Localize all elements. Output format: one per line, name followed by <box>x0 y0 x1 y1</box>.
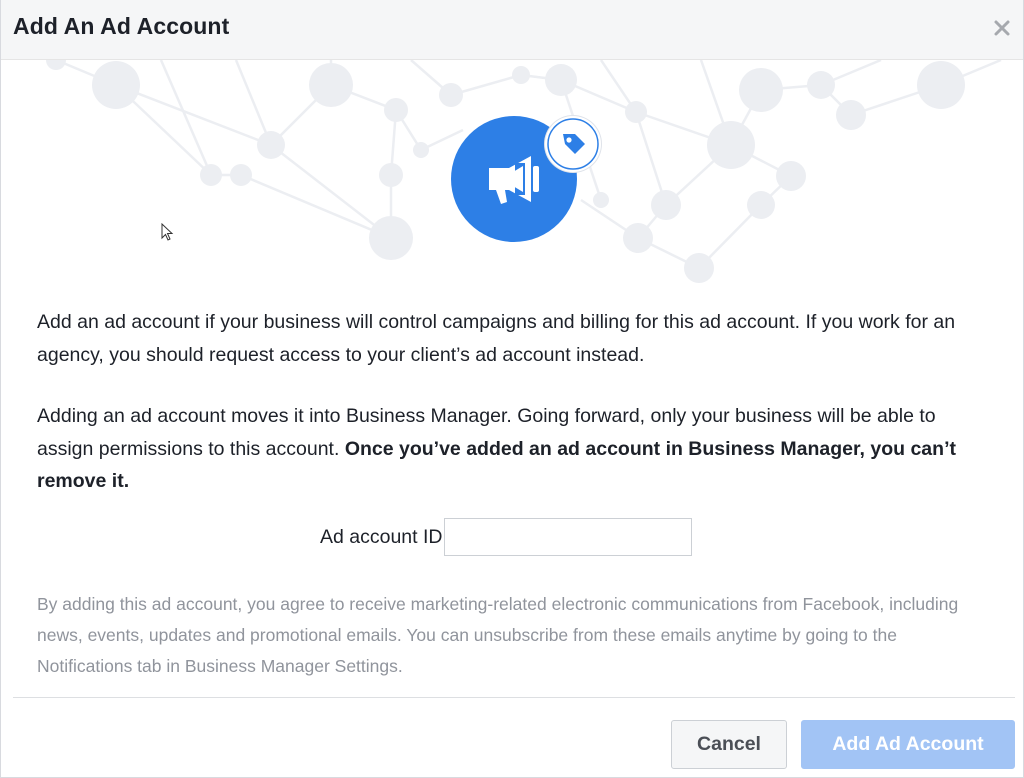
footer-divider <box>13 697 1015 698</box>
warning-paragraph: Adding an ad account moves it into Busin… <box>37 400 997 498</box>
add-ad-account-dialog: Add An Ad Account Add an ad account if y… <box>0 0 1024 778</box>
close-icon[interactable] <box>991 16 1013 40</box>
add-ad-account-button[interactable]: Add Ad Account <box>801 720 1015 769</box>
ad-account-id-row: Ad account ID <box>320 516 693 558</box>
cancel-button[interactable]: Cancel <box>671 720 787 769</box>
dialog-title: Add An Ad Account <box>13 13 230 39</box>
legal-notice: By adding this ad account, you agree to … <box>37 594 959 676</box>
ad-account-id-input[interactable] <box>444 518 693 556</box>
ad-account-id-label: Ad account ID <box>320 525 443 548</box>
dialog-header: Add An Ad Account <box>1 0 1023 60</box>
intro-paragraph: Add an ad account if your business will … <box>37 311 956 366</box>
mouse-pointer-icon <box>161 222 175 248</box>
tag-icon <box>545 116 601 172</box>
